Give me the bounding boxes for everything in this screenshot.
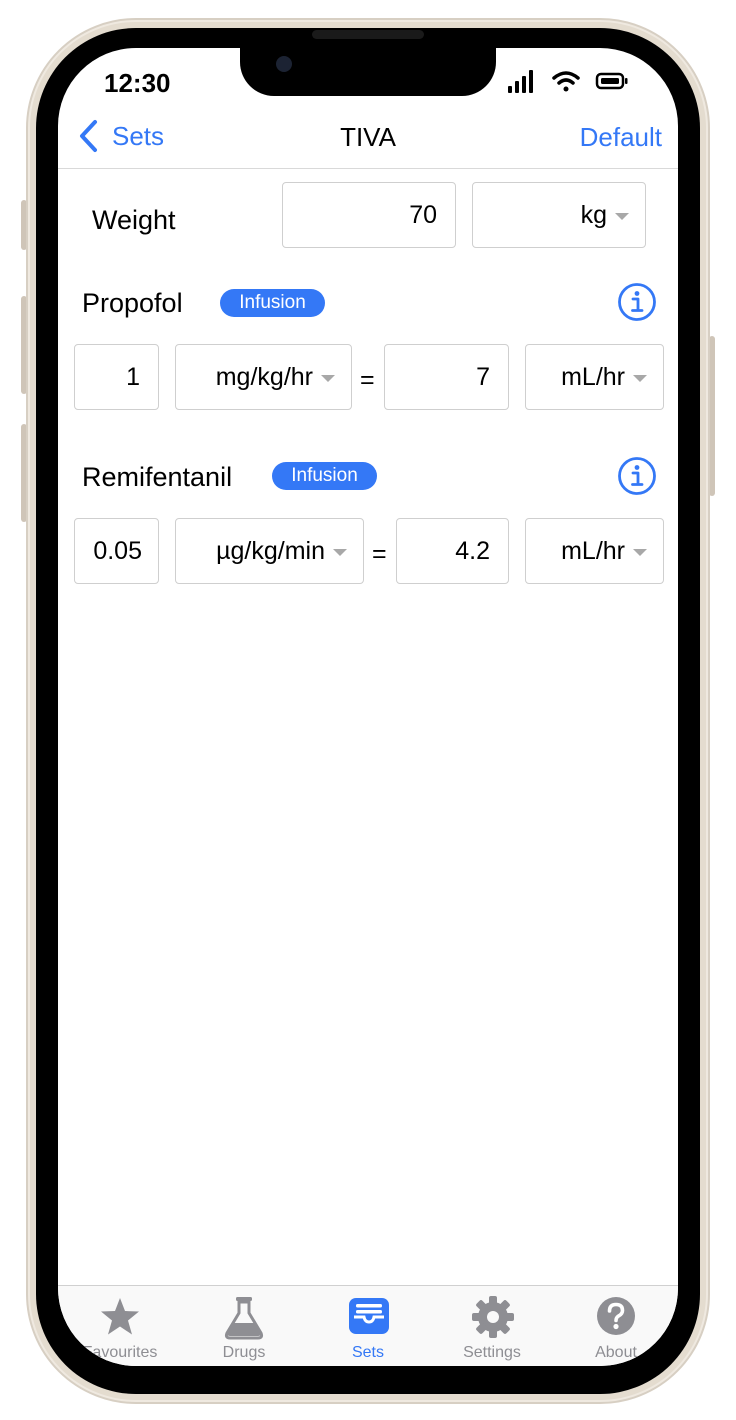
- default-button[interactable]: Default: [580, 122, 662, 153]
- question-icon: [597, 1297, 635, 1335]
- weight-value: 70: [409, 200, 437, 229]
- dropdown-arrow-icon: [615, 212, 629, 220]
- star-icon: [101, 1298, 139, 1335]
- drug-name-propofol: Propofol: [82, 288, 183, 318]
- tab-drugs[interactable]: Drugs: [182, 1286, 306, 1366]
- battery-icon: [595, 72, 628, 90]
- tab-label: Drugs: [222, 1344, 266, 1361]
- weight-unit-value: kg: [580, 200, 607, 229]
- tab-label: Favourites: [82, 1344, 158, 1361]
- app-screen: 12:30 Sets TIVA Default Weight 70 kg Pro…: [58, 48, 678, 1366]
- equals-sign: =: [360, 366, 375, 394]
- remifentanil-rate-input[interactable]: 4.2: [396, 518, 509, 584]
- tab-settings[interactable]: Settings: [430, 1286, 554, 1366]
- propofol-dose-input[interactable]: 1: [74, 344, 159, 410]
- info-icon[interactable]: [617, 456, 657, 496]
- remifentanil-dose-input[interactable]: 0.05: [74, 518, 159, 584]
- tray-icon: [349, 1298, 389, 1334]
- remifentanil-rate-unit-select[interactable]: mL/hr: [525, 518, 664, 584]
- remifentanil-rate-value: 4.2: [455, 536, 490, 565]
- weight-unit-select[interactable]: kg: [472, 182, 646, 248]
- tab-label: About: [595, 1344, 637, 1361]
- propofol-rate-unit-select[interactable]: mL/hr: [525, 344, 664, 410]
- drug-name-remifentanil: Remifentanil: [82, 462, 233, 492]
- tab-sets[interactable]: Sets: [306, 1286, 430, 1366]
- propofol-dose-value: 1: [126, 362, 140, 391]
- infusion-badge: Infusion: [272, 462, 377, 490]
- phone-speaker: [312, 30, 424, 39]
- wifi-icon: [552, 71, 580, 92]
- status-time: 12:30: [104, 68, 171, 98]
- propofol-dose-unit-value: mg/kg/hr: [215, 362, 313, 391]
- dropdown-arrow-icon: [333, 548, 347, 556]
- tab-bar: Favourites Drugs Sets Settings About: [58, 1285, 678, 1366]
- dropdown-arrow-icon: [633, 548, 647, 556]
- remifentanil-dose-value: 0.05: [93, 536, 142, 565]
- navigation-bar: Sets TIVA Default: [58, 108, 678, 169]
- remifentanil-dose-unit-select[interactable]: µg/kg/min: [175, 518, 364, 584]
- tab-label: Sets: [351, 1344, 384, 1361]
- notch: [240, 48, 496, 96]
- equals-sign: =: [372, 540, 387, 568]
- status-icons: [508, 68, 638, 98]
- flask-icon: [224, 1297, 264, 1340]
- remifentanil-rate-unit-value: mL/hr: [561, 536, 625, 565]
- gear-icon: [472, 1296, 514, 1338]
- propofol-rate-input[interactable]: 7: [384, 344, 509, 410]
- tab-favourites[interactable]: Favourites: [58, 1286, 182, 1366]
- dropdown-arrow-icon: [633, 374, 647, 382]
- propofol-rate-unit-value: mL/hr: [561, 362, 625, 391]
- weight-label: Weight: [92, 205, 176, 235]
- tab-about[interactable]: About: [554, 1286, 678, 1366]
- weight-input[interactable]: 70: [282, 182, 456, 248]
- camera-icon: [276, 56, 292, 72]
- dropdown-arrow-icon: [321, 374, 335, 382]
- infusion-badge: Infusion: [220, 289, 325, 317]
- remifentanil-dose-unit-value: µg/kg/min: [216, 536, 325, 565]
- propofol-rate-value: 7: [476, 362, 490, 391]
- tab-label: Settings: [463, 1344, 521, 1361]
- cellular-signal-icon: [508, 70, 533, 93]
- propofol-dose-unit-select[interactable]: mg/kg/hr: [175, 344, 352, 410]
- info-icon[interactable]: [617, 282, 657, 322]
